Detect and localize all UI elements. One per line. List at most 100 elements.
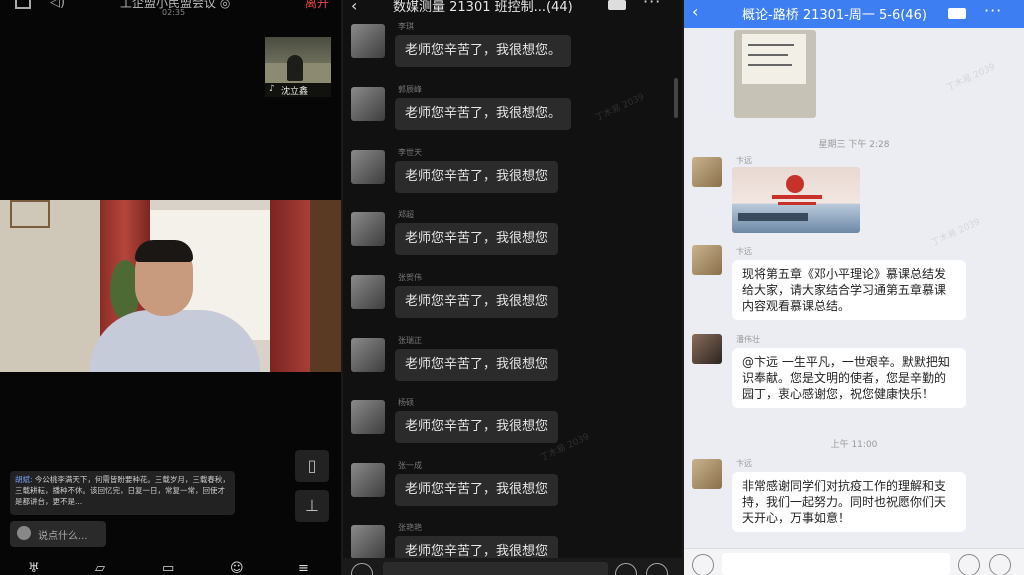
dark-chat-input-bar <box>343 558 682 575</box>
avatar[interactable] <box>692 245 722 275</box>
pin-icon: ⊥ <box>305 496 319 515</box>
image-message[interactable] <box>732 167 860 233</box>
watermark: 丁木易 2039 <box>929 217 983 249</box>
sender-name: 郑超 <box>398 210 414 219</box>
time-divider: 星期三 下午 2:28 <box>818 140 890 150</box>
message-bubble[interactable]: @卞远 一生平凡，一世艰辛。默默把知识奉献。您是文明的使者，您是辛勤的园丁，衷心… <box>732 348 966 408</box>
dark-chat-title: 数媒测量 21301 班控制...(44) <box>393 0 573 15</box>
chat-message: 张瑞正 老师您辛苦了，我很想您 <box>343 336 682 398</box>
participants-icon[interactable]: ☺ <box>230 562 244 575</box>
sender-name: 杨硕 <box>398 398 414 407</box>
sender-name: 潘伟壮 <box>736 335 760 344</box>
chat-sender: 胡斌: <box>15 475 33 484</box>
meeting-chat-input[interactable]: 说点什么... <box>10 521 106 547</box>
avatar[interactable] <box>351 212 385 246</box>
sender-name: 卞远 <box>736 459 752 468</box>
dark-group-chat-panel: ‹ 数媒测量 21301 班控制...(44) ··· 丁木易 2039 丁木易… <box>343 0 682 575</box>
leave-button[interactable]: 离开 <box>305 0 329 11</box>
message-bubble[interactable]: 现将第五章《邓小平理论》慕课总结发给大家，请大家结合学习通第五章慕课内容观看慕课… <box>732 260 966 320</box>
meeting-timer: 02:35 <box>162 8 186 17</box>
message-input[interactable] <box>383 562 608 575</box>
message-bubble[interactable]: 老师您辛苦了，我很想您 <box>395 161 559 193</box>
sender-name: 郭辰峰 <box>398 85 422 94</box>
chat-message: 杨硕 老师您辛苦了，我很想您 <box>343 398 682 460</box>
mic-muted-icon[interactable]: ♅ <box>28 562 40 575</box>
sender-name: 张贺伟 <box>398 273 422 282</box>
sender-name: 张艳艳 <box>398 523 422 532</box>
video-call-icon[interactable] <box>608 0 626 10</box>
video-meeting-panel: ◁) 工企盟小民盟会议 ◎ 02:35 离开 ♪ 沈立鑫 ▯ ⊥ 胡斌: 今公桃… <box>0 0 341 575</box>
speaker-video <box>0 200 341 372</box>
meeting-chat-message: 胡斌: 今公桃李满天下，何需皆盼要种花。三载岁月，三载春秋，三载耕耘，播种不休。… <box>10 471 235 515</box>
pin-button[interactable]: ⊥ <box>295 490 329 522</box>
emoji-icon[interactable] <box>615 563 637 575</box>
share-screen-icon[interactable]: ▭ <box>162 562 174 575</box>
message-bubble[interactable]: 老师您辛苦了，我很想您 <box>395 411 559 443</box>
sender-name: 卞远 <box>736 247 752 256</box>
phone-rotate-icon: ▯ <box>307 456 317 475</box>
message-bubble[interactable]: 老师您辛苦了，我很想您 <box>395 474 559 506</box>
dark-chat-top-bar: ‹ 数媒测量 21301 班控制...(44) ··· <box>343 0 682 22</box>
light-chat-input-bar <box>684 548 1024 575</box>
participant-name: 沈立鑫 <box>281 87 309 97</box>
avatar[interactable] <box>351 400 385 434</box>
chat-message: 郭辰峰 老师您辛苦了，我很想您。 <box>343 85 682 147</box>
screen-share-icon[interactable] <box>15 0 31 9</box>
message-bubble[interactable]: 老师您辛苦了，我很想您 <box>395 286 559 318</box>
watermark: 丁木易 2039 <box>944 62 998 94</box>
message-bubble[interactable]: 老师您辛苦了，我很想您 <box>395 349 559 381</box>
plus-icon[interactable] <box>646 563 668 575</box>
light-chat-top-bar: ‹ 概论-路桥 21301-周一 5-6(46) ··· <box>684 0 1024 28</box>
more-icon[interactable]: ··· <box>643 0 661 11</box>
party-emblem-icon <box>786 175 804 193</box>
avatar[interactable] <box>351 24 385 58</box>
chat-message: 张一成 老师您辛苦了，我很想您 <box>343 461 682 523</box>
avatar[interactable] <box>692 157 722 187</box>
emoji-icon[interactable] <box>958 554 980 575</box>
avatar[interactable] <box>351 338 385 372</box>
menu-icon[interactable]: ≡ <box>298 562 309 575</box>
message-input[interactable] <box>722 553 950 575</box>
sender-name: 李世天 <box>398 148 422 157</box>
speaker-icon[interactable]: ◁) <box>50 0 70 10</box>
avatar[interactable] <box>351 463 385 497</box>
chat-input-placeholder: 说点什么... <box>38 531 88 542</box>
mic-icon: ♪ <box>269 84 275 94</box>
image-message[interactable] <box>734 30 816 118</box>
meeting-toolbar: ♅ ▱ ▭ ☺ ≡ <box>0 558 341 575</box>
avatar[interactable] <box>351 87 385 121</box>
chat-message: 郑超 老师您辛苦了，我很想您 <box>343 210 682 272</box>
avatar[interactable] <box>692 459 722 489</box>
message-bubble[interactable]: 老师您辛苦了，我很想您 <box>395 223 559 255</box>
avatar[interactable] <box>351 150 385 184</box>
time-divider: 上午 11:00 <box>830 440 878 450</box>
chat-text: 今公桃李满天下，何需皆盼要种花。三载岁月，三载春秋，三载耕耘，播种不休。该回忆完… <box>15 475 230 506</box>
sender-name: 张瑞正 <box>398 336 422 345</box>
light-group-chat-panel: ‹ 概论-路桥 21301-周一 5-6(46) ··· 丁木易 2039 丁木… <box>684 0 1024 575</box>
avatar[interactable] <box>351 275 385 309</box>
sender-name: 张一成 <box>398 461 422 470</box>
message-bubble[interactable]: 老师您辛苦了，我很想您。 <box>395 98 572 130</box>
back-arrow-icon[interactable]: ‹ <box>692 2 698 21</box>
plus-icon[interactable] <box>989 554 1011 575</box>
chat-message: 李世天 老师您辛苦了，我很想您 <box>343 148 682 210</box>
avatar[interactable] <box>351 525 385 559</box>
video-off-icon[interactable]: ▱ <box>95 562 105 575</box>
chat-message: 张贺伟 老师您辛苦了，我很想您 <box>343 273 682 335</box>
voice-icon[interactable] <box>692 554 714 575</box>
back-arrow-icon[interactable]: ‹ <box>351 0 357 15</box>
sender-name: 李琪 <box>398 22 414 31</box>
more-icon[interactable]: ··· <box>984 1 1002 20</box>
emoji-icon[interactable] <box>17 526 31 540</box>
participant-thumbnail[interactable]: ♪ 沈立鑫 <box>265 37 331 97</box>
sender-name: 卞远 <box>736 156 752 165</box>
voice-icon[interactable] <box>351 563 373 575</box>
avatar[interactable] <box>692 334 722 364</box>
chat-message: 李琪 老师您辛苦了，我很想您。 <box>343 22 682 84</box>
rotate-button[interactable]: ▯ <box>295 450 329 482</box>
light-chat-title: 概论-路桥 21301-周一 5-6(46) <box>742 8 927 23</box>
message-bubble[interactable]: 非常感谢同学们对抗疫工作的理解和支持，我们一起努力。同时也祝愿你们天天开心，万事… <box>732 472 966 532</box>
message-bubble[interactable]: 老师您辛苦了，我很想您。 <box>395 35 572 67</box>
video-call-icon[interactable] <box>948 8 966 19</box>
meeting-top-bar: ◁) 工企盟小民盟会议 ◎ 02:35 离开 <box>0 0 341 20</box>
